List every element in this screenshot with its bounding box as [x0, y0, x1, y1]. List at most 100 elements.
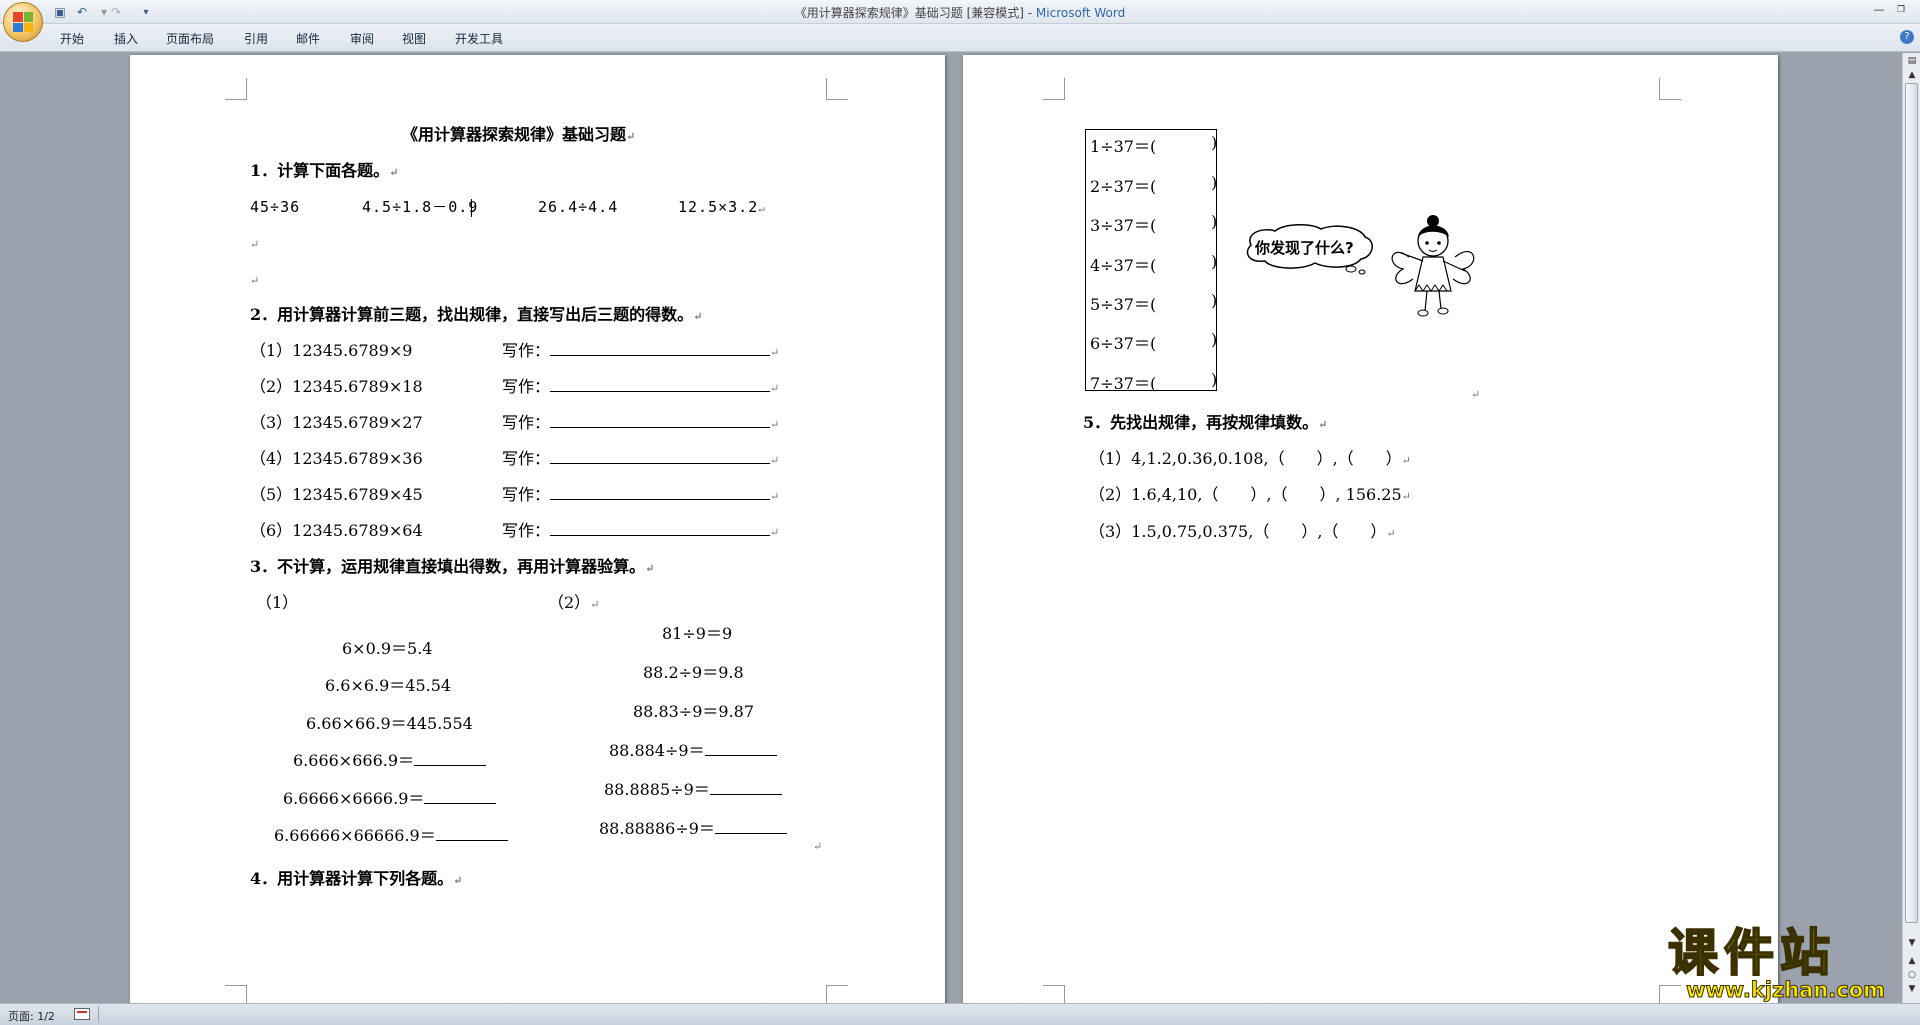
scroll-down-icon[interactable]: ▼ [1906, 937, 1918, 949]
division-row: 3÷37＝( [1090, 216, 1157, 235]
tab-home[interactable]: 开始 [60, 30, 84, 47]
watermark-logo: 课件站 www.kjzhan.com [1667, 924, 1903, 1004]
office-logo-icon [13, 12, 33, 32]
q2-item: （6）12345.6789×64 [250, 521, 423, 540]
text-cursor [471, 199, 472, 217]
q2-item: （3）12345.6789×27 [250, 413, 423, 432]
office-button[interactable] [3, 2, 43, 42]
q2-item: （5）12345.6789×45 [250, 485, 423, 504]
paragraph-mark: ↵ [1471, 388, 1481, 401]
q3-part2-item[interactable]: 88.88886÷9＝ [599, 819, 787, 839]
q1-item: 45÷36 [250, 198, 301, 216]
tab-page-layout[interactable]: 页面布局 [166, 30, 214, 47]
q2-answer[interactable]: 写作： ↵ [502, 413, 779, 435]
q3-part2-item: 81÷9＝9 [662, 624, 733, 643]
q3-part1-item: 6×0.9＝5.4 [342, 639, 433, 658]
q3-part2-item[interactable]: 88.8885÷9＝ [604, 780, 782, 800]
q2-heading: 2．用计算器计算前三题，找出规律，直接写出后三题的得数。↵ [250, 305, 703, 324]
q5-item: （3）1.5,0.75,0.375,（ ）,（ ）↵ [1089, 522, 1396, 541]
division-row: 6÷37＝( [1090, 334, 1157, 353]
q2-answer[interactable]: 写作： ↵ [502, 521, 779, 543]
scrollbar-thumb[interactable] [1905, 83, 1918, 923]
division-close-paren: ) [1211, 370, 1218, 389]
q5-item: （1）4,1.2,0.36,0.108,（ ）,（ ）↵ [1089, 449, 1411, 468]
tab-references[interactable]: 引用 [244, 30, 268, 47]
paragraph-mark: ↵ [250, 274, 260, 287]
q3-part2-label: （2）↵ [548, 593, 600, 612]
q3-part1-item[interactable]: 6.66666×66666.9＝ [274, 826, 508, 846]
q3-heading: 3．不计算，运用规律直接填出得数，再用计算器验算。↵ [250, 557, 655, 576]
title-bar: ▣ ↶ ▾ ↷ ▾ 《用计算器探索规律》基础习题 [兼容模式] - Micros… [0, 0, 1920, 24]
division-close-paren: ) [1211, 173, 1218, 192]
document-page-1[interactable]: 《用计算器探索规律》基础习题↵ 1．计算下面各题。↵ 45÷36 4.5÷1.8… [130, 55, 945, 1003]
ribbon-tabs: 开始 插入 页面布局 引用 邮件 审阅 视图 开发工具 ? [0, 24, 1920, 52]
q1-item: 4.5÷1.8－0.9 [362, 198, 479, 216]
q2-item: （4）12345.6789×36 [250, 449, 423, 468]
crop-mark [225, 78, 247, 100]
document-area: 《用计算器探索规律》基础习题↵ 1．计算下面各题。↵ 45÷36 4.5÷1.8… [0, 53, 1902, 1003]
q3-part1-item: 6.6×6.9＝45.54 [325, 676, 452, 695]
q3-part2-item: 88.2÷9＝9.8 [643, 663, 744, 682]
crop-mark [826, 78, 848, 100]
q5-item: （2）1.6,4,10,（ ）,（ ）, 156.25↵ [1089, 485, 1411, 504]
ruler-toggle-icon[interactable]: ▤ [1906, 55, 1918, 67]
q3-part2-item[interactable]: 88.884÷9＝ [609, 741, 777, 761]
q1-heading: 1．计算下面各题。↵ [250, 161, 399, 180]
status-bar: 页面: 1/2 [0, 1003, 1920, 1025]
q2-answer[interactable]: 写作： ↵ [502, 341, 779, 363]
division-close-paren: ) [1211, 330, 1218, 349]
paragraph-mark: ↵ [813, 840, 823, 853]
tab-developer[interactable]: 开发工具 [455, 30, 503, 47]
division-close-paren: ) [1211, 252, 1218, 271]
division-row: 5÷37＝( [1090, 295, 1157, 314]
crop-mark [826, 985, 848, 1003]
window-title: 《用计算器探索规律》基础习题 [兼容模式] - Microsoft Word [794, 6, 1126, 20]
q5-heading: 5．先找出规律，再按规律填数。↵ [1083, 413, 1328, 432]
q3-part1-item[interactable]: 6.6666×6666.9＝ [283, 789, 497, 809]
scroll-up-icon[interactable]: ▲ [1906, 69, 1918, 81]
q3-part2-item: 88.83÷9＝9.87 [633, 702, 755, 721]
q2-answer[interactable]: 写作： ↵ [502, 449, 779, 471]
watermark-text: 课件站 [1667, 924, 1836, 982]
q2-item: （1）12345.6789×9 [250, 341, 413, 360]
status-divider [98, 1006, 99, 1022]
q2-item: （2）12345.6789×18 [250, 377, 423, 396]
q2-answer[interactable]: 写作： ↵ [502, 485, 779, 507]
proofing-icon[interactable] [74, 1008, 90, 1020]
division-row: 1÷37＝( [1090, 137, 1157, 156]
vertical-scrollbar[interactable]: ▤ ▲ ▼ ▲ ○ ▼ [1902, 53, 1920, 1003]
division-row: 7÷37＝( [1090, 374, 1157, 393]
page-indicator[interactable]: 页面: 1/2 [8, 1008, 55, 1024]
q1-item: 26.4÷4.4 [538, 198, 619, 216]
q4-heading: 4．用计算器计算下列各题。↵ [250, 869, 463, 888]
division-row: 4÷37＝( [1090, 256, 1157, 275]
division-row: 2÷37＝( [1090, 177, 1157, 196]
document-page-2[interactable]: 1÷37＝( ) 2÷37＝( ) 3÷37＝( ) 4÷37＝( ) 5÷37… [963, 55, 1778, 1003]
next-page-icon[interactable]: ▼ [1906, 983, 1918, 995]
restore-button[interactable]: ❐ [1890, 2, 1912, 18]
document-title: 《用计算器探索规律》基础习题↵ [402, 125, 636, 144]
select-browse-object-icon[interactable]: ○ [1906, 969, 1918, 981]
speech-bubble: 你发现了什么? [1241, 223, 1379, 275]
division-close-paren: ) [1211, 212, 1218, 231]
previous-page-icon[interactable]: ▲ [1906, 955, 1918, 967]
paragraph-mark: ↵ [250, 238, 260, 251]
tab-review[interactable]: 审阅 [350, 30, 374, 47]
crop-mark [225, 985, 247, 1003]
fairy-girl-icon [1391, 215, 1475, 317]
crop-mark [1659, 78, 1681, 100]
tab-insert[interactable]: 插入 [114, 30, 138, 47]
crop-mark [1043, 78, 1065, 100]
q3-part1-label: （1） [256, 593, 299, 612]
tab-view[interactable]: 视图 [402, 30, 426, 47]
division-close-paren: ) [1211, 291, 1218, 310]
minimize-button[interactable]: — [1868, 2, 1890, 18]
help-icon[interactable]: ? [1900, 30, 1914, 44]
q2-answer[interactable]: 写作： ↵ [502, 377, 779, 399]
q3-part1-item: 6.66×66.9＝445.554 [306, 714, 473, 733]
q1-item: 12.5×3.2↵ [678, 198, 766, 216]
tab-mailings[interactable]: 邮件 [296, 30, 320, 47]
crop-mark [1043, 985, 1065, 1003]
q3-part1-item[interactable]: 6.666×666.9＝ [293, 751, 487, 771]
watermark-url: www.kjzhan.com [1685, 978, 1886, 1003]
